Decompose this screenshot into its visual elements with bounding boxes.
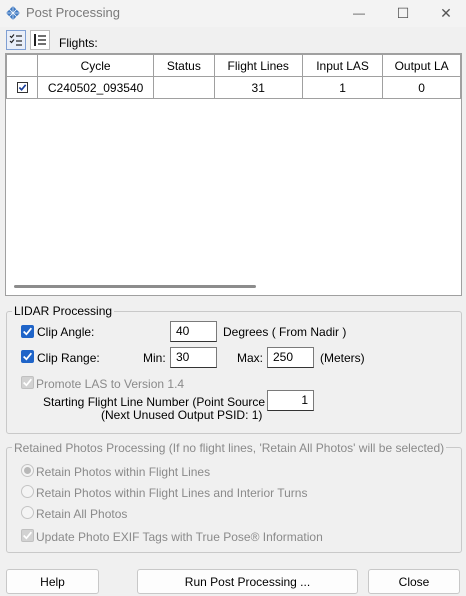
cell-output-las: 0 (382, 76, 461, 99)
column-header-select[interactable] (6, 54, 39, 77)
cell-cycle: C240502_093540 (37, 76, 155, 99)
cell-status (153, 76, 215, 99)
clip-angle-input[interactable]: 40 (170, 321, 217, 342)
close-window-button[interactable]: ✕ (426, 0, 466, 26)
minimize-button[interactable]: — (339, 0, 379, 26)
retain-all-label: Retain All Photos (36, 507, 128, 521)
cell-flight-lines: 31 (213, 76, 303, 99)
update-exif-label: Update Photo EXIF Tags with True Pose® I… (36, 530, 323, 544)
promote-las-label: Promote LAS to Version 1.4 (36, 377, 185, 391)
checkmark-icon (23, 531, 33, 540)
radio-dot-icon (24, 467, 31, 474)
column-header-output-las[interactable]: Output LA (382, 54, 461, 77)
close-icon: ✕ (440, 4, 452, 21)
clip-angle-label: Clip Angle: (37, 325, 95, 339)
run-post-processing-button[interactable]: Run Post Processing ... (137, 569, 358, 594)
start-line-input[interactable]: 1 (267, 390, 314, 411)
column-header-flight-lines[interactable]: Flight Lines (213, 54, 303, 77)
clip-range-label: Clip Range: (37, 351, 100, 365)
column-header-cycle[interactable]: Cycle (37, 54, 155, 77)
maximize-button[interactable]: ☐ (383, 0, 423, 26)
checkmark-icon (23, 327, 33, 336)
clip-range-max-input[interactable]: 250 (267, 347, 314, 368)
flights-table[interactable]: Cycle Status Flight Lines Input LAS Outp… (5, 53, 462, 296)
retain-all-radio[interactable] (21, 506, 34, 519)
promote-las-checkbox[interactable] (21, 376, 34, 389)
checkmark-icon (23, 378, 33, 387)
list-view-button[interactable] (30, 30, 50, 50)
min-label: Min: (143, 351, 166, 365)
title-bar: Post Processing — ☐ ✕ (0, 0, 466, 27)
close-button[interactable]: Close (368, 569, 460, 594)
minimize-icon: — (353, 6, 365, 20)
column-header-input-las[interactable]: Input LAS (301, 54, 384, 77)
retain-turns-label: Retain Photos within Flight Lines and In… (36, 486, 308, 500)
range-unit: (Meters) (320, 351, 365, 365)
retain-within-radio[interactable] (21, 464, 34, 477)
row-checkbox[interactable] (16, 82, 28, 93)
next-psid-label: (Next Unused Output PSID: 1) (101, 408, 263, 422)
table-header-row: Cycle Status Flight Lines Input LAS Outp… (6, 54, 461, 77)
clip-angle-unit: Degrees ( From Nadir ) (223, 325, 347, 339)
clip-range-min-input[interactable]: 30 (170, 347, 217, 368)
max-label: Max: (237, 351, 264, 365)
column-header-status[interactable]: Status (153, 54, 215, 77)
lidar-processing-legend: LIDAR Processing (12, 304, 115, 318)
clip-range-checkbox[interactable] (21, 350, 34, 363)
horizontal-scrollbar[interactable] (14, 285, 256, 288)
checkmark-icon (18, 84, 26, 91)
cell-input-las: 1 (301, 76, 384, 99)
list-icon (34, 34, 46, 46)
retained-photos-legend: Retained Photos Processing (If no flight… (12, 441, 447, 455)
update-exif-checkbox[interactable] (21, 529, 34, 542)
retain-within-label: Retain Photos within Flight Lines (36, 465, 211, 479)
start-line-label: Starting Flight Line Number (Point Sourc… (43, 395, 288, 409)
checkmark-icon (23, 352, 33, 361)
flights-label: Flights: (59, 36, 98, 50)
table-row[interactable]: C240502_093540 31 1 0 (6, 76, 461, 99)
app-icon (6, 6, 20, 20)
clip-angle-checkbox[interactable] (21, 325, 34, 338)
detail-view-button[interactable] (6, 30, 26, 50)
window-title: Post Processing (26, 5, 120, 20)
maximize-icon: ☐ (396, 4, 410, 21)
checklist-icon (9, 34, 22, 46)
help-button[interactable]: Help (6, 569, 99, 594)
row-select-cell[interactable] (6, 76, 39, 99)
retain-turns-radio[interactable] (21, 485, 34, 498)
